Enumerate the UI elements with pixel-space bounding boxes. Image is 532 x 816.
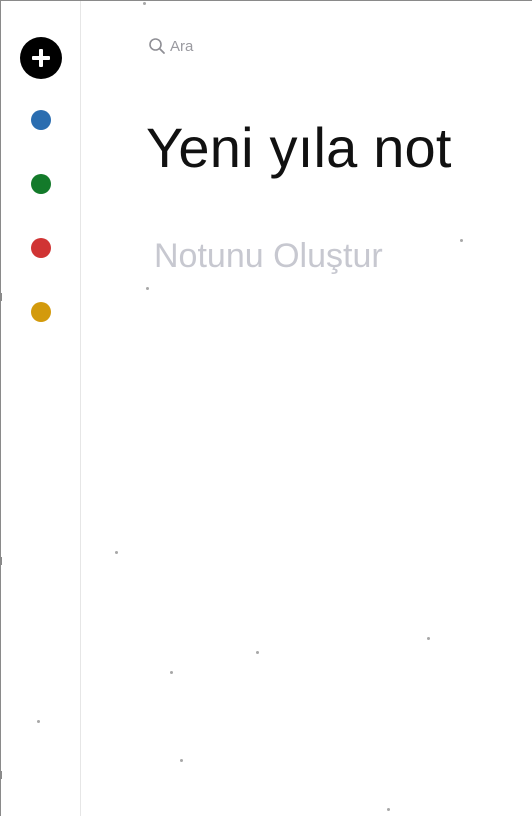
- dust-speck: [256, 651, 259, 654]
- sidebar: [1, 1, 81, 816]
- color-green-button[interactable]: [31, 174, 51, 194]
- color-yellow-button[interactable]: [31, 302, 51, 322]
- dust-speck: [387, 808, 390, 811]
- edge-mark: [1, 557, 2, 565]
- note-title[interactable]: Yeni yıla not: [146, 115, 452, 180]
- search-icon: [149, 38, 165, 54]
- dust-speck: [146, 287, 149, 290]
- dust-speck: [143, 2, 146, 5]
- search-bar[interactable]: [148, 35, 348, 57]
- note-editor: Yeni yıla not Notunu Oluştur: [82, 1, 532, 816]
- edge-mark: [1, 771, 2, 779]
- search-input[interactable]: [170, 37, 340, 55]
- dust-speck: [180, 759, 183, 762]
- dust-speck: [115, 551, 118, 554]
- note-body-input[interactable]: Notunu Oluştur: [154, 237, 383, 276]
- color-red-button[interactable]: [31, 238, 51, 258]
- dust-speck: [170, 671, 173, 674]
- add-note-button[interactable]: [20, 37, 62, 79]
- plus-icon-vertical: [39, 49, 43, 67]
- color-blue-button[interactable]: [31, 110, 51, 130]
- dust-speck: [460, 239, 463, 242]
- dust-speck: [427, 637, 430, 640]
- notes-app: Yeni yıla not Notunu Oluştur: [0, 0, 532, 816]
- dust-speck: [37, 720, 40, 723]
- edge-mark: [1, 293, 2, 301]
